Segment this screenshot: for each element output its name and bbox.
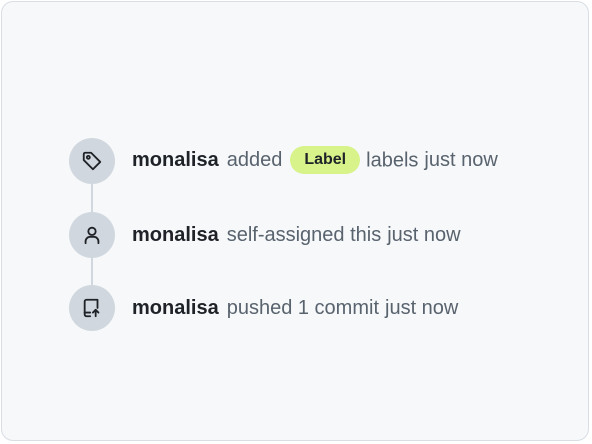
timeline-event-assigned: monalisa self-assigned this just now xyxy=(69,212,461,258)
event-text: monalisa self-assigned this just now xyxy=(132,223,461,247)
event-action-tail: labels xyxy=(366,149,419,172)
event-timestamp[interactable]: just now xyxy=(385,297,458,319)
event-action: self-assigned this xyxy=(226,224,382,246)
event-timestamp[interactable]: just now xyxy=(424,149,497,171)
event-author-link[interactable]: monalisa xyxy=(132,297,219,319)
person-icon xyxy=(84,226,100,245)
timeline-event-labeled: monalisa added Label labels just now xyxy=(69,138,498,184)
event-timestamp[interactable]: just now xyxy=(387,224,460,246)
repo-push-icon xyxy=(83,298,100,318)
event-author-link[interactable]: monalisa xyxy=(132,149,219,171)
event-badge xyxy=(69,212,115,258)
event-author-link[interactable]: monalisa xyxy=(132,224,219,246)
event-text: monalisa added Label labels just now xyxy=(132,146,498,175)
event-action: added xyxy=(226,149,283,172)
event-text: monalisa pushed 1 commit just now xyxy=(132,296,458,320)
event-badge xyxy=(69,285,115,331)
event-action: pushed 1 commit xyxy=(226,297,379,319)
timeline-connector xyxy=(91,258,93,285)
timeline-connector xyxy=(91,184,93,212)
timeline-card: monalisa added Label labels just now monalis… xyxy=(1,1,589,441)
tag-icon xyxy=(82,151,102,171)
timeline-event-pushed: monalisa pushed 1 commit just now xyxy=(69,285,458,331)
event-badge xyxy=(69,138,115,184)
label-pill[interactable]: Label xyxy=(290,146,361,174)
